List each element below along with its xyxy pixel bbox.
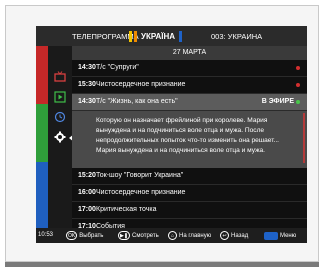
play-pause-key-icon: ▶❚ [118, 231, 131, 240]
program-time: 16:00 [78, 189, 96, 196]
channel-logo: УКРАЇНА [129, 30, 183, 42]
logo-bar-orange [134, 30, 137, 42]
tv-screen: ТЕЛЕПРОГРАММА УКРАЇНА 003: УКРАИНА 27 МА… [36, 26, 307, 243]
watch-label: Смотреть [132, 232, 159, 239]
watch-button[interactable]: ▶❚ Смотреть [118, 230, 159, 241]
logo-text: УКРАЇНА [141, 31, 176, 41]
description-scrollbar[interactable] [303, 113, 305, 163]
tv-icon[interactable] [53, 70, 67, 84]
program-row[interactable]: 15:20 Ток-шоу "Говорит Украина" [72, 168, 307, 185]
back-button[interactable]: ↩ Назад [220, 230, 248, 241]
program-row[interactable]: 16:00 Чистосердечное признание [72, 185, 307, 202]
back-label: Назад [231, 232, 249, 239]
description-text: Которую он назначает фрейлиной при корол… [96, 117, 279, 154]
back-key-icon: ↩ [220, 231, 229, 240]
program-title: Т/с "Супруги" [96, 64, 139, 71]
program-title: Ток-шоу "Говорит Украина" [96, 172, 184, 179]
sidebar-color-strip [36, 46, 48, 243]
home-key-icon: ⌂ [168, 231, 177, 240]
home-label: На главную [179, 232, 212, 239]
select-button[interactable]: OK Выбрать [66, 230, 103, 241]
program-time: 17:00 [78, 206, 96, 213]
red-dot-icon [296, 83, 300, 87]
logo-bar-yellow [129, 30, 132, 42]
home-button[interactable]: ⌂ На главную [168, 230, 211, 241]
program-row-selected[interactable]: 14:30 Т/с "Жизнь, как она есть" В ЭФИРЕ [72, 94, 307, 111]
program-time: 15:30 [78, 81, 96, 88]
program-row[interactable]: 14:30 Т/с "Супруги" [72, 60, 307, 77]
ok-key-icon: OK [66, 231, 78, 240]
menu-button[interactable]: Меню [264, 230, 296, 241]
red-dot-icon [296, 66, 300, 70]
program-title: Чистосердечное признание [96, 81, 186, 88]
live-badge: В ЭФИРЕ [261, 98, 294, 105]
footer-bar: 10:53 OK Выбрать ▶❚ Смотреть ⌂ На главну… [36, 228, 307, 243]
blue-key-icon [264, 231, 278, 240]
menu-label: Меню [280, 232, 297, 239]
program-title: Критическая точка [96, 206, 157, 213]
program-row[interactable]: 17:00 Критическая точка [72, 202, 307, 219]
program-description: Которую он назначает фрейлиной при корол… [72, 111, 307, 168]
program-time: 14:30 [78, 64, 96, 71]
channel-number: 003: УКРАИНА [211, 32, 263, 41]
bottom-divider [5, 262, 319, 267]
program-title: Т/с "Жизнь, как она есть" [96, 98, 178, 105]
color-strip-green [36, 104, 48, 162]
date-bar: 27 МАРТА [72, 46, 307, 60]
green-dot-icon [296, 100, 300, 104]
program-row[interactable]: 15:30 Чистосердечное признание [72, 77, 307, 94]
program-list: 14:30 Т/с "Супруги" 15:30 Чистосердечное… [72, 60, 307, 236]
clock: 10:53 [38, 232, 54, 238]
gear-icon[interactable] [53, 130, 67, 144]
program-title: Чистосердечное признание [96, 189, 186, 196]
program-time: 15:20 [78, 172, 96, 179]
header: ТЕЛЕПРОГРАММА УКРАЇНА 003: УКРАИНА [36, 26, 307, 46]
color-strip-red [36, 46, 48, 104]
logo-bar-blue [179, 30, 183, 42]
play-icon[interactable] [53, 90, 67, 104]
program-time: 14:30 [78, 98, 96, 105]
select-label: Выбрать [79, 232, 104, 239]
history-icon[interactable] [53, 110, 67, 124]
screen-frame: ТЕЛЕПРОГРАММА УКРАЇНА 003: УКРАИНА 27 МА… [5, 5, 319, 262]
